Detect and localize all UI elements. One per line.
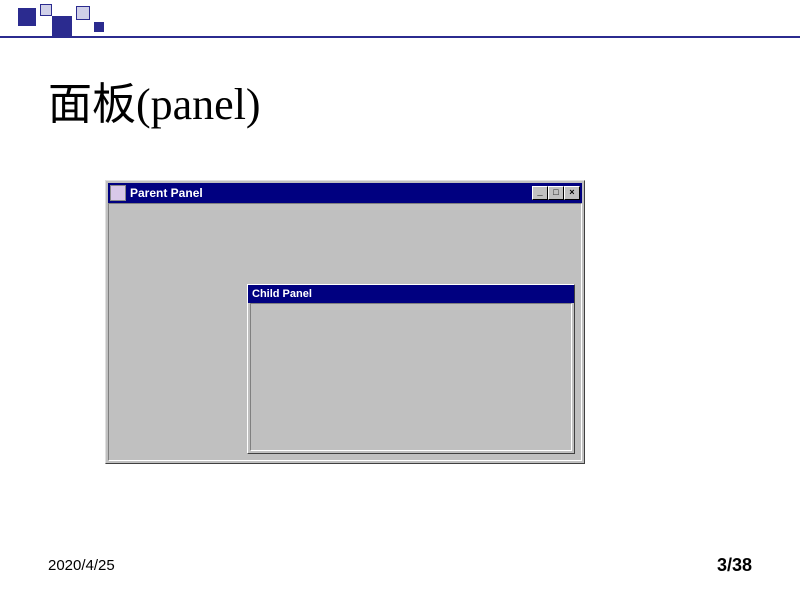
minimize-button[interactable]: _: [532, 186, 548, 200]
parent-titlebar: Parent Panel _ □ ×: [108, 183, 582, 203]
decoration-square: [94, 22, 104, 32]
slide-decoration: [0, 0, 800, 40]
decoration-square: [52, 16, 72, 36]
example-screenshot: Parent Panel _ □ × Child Panel: [105, 180, 585, 464]
slide-divider: [0, 36, 800, 38]
slide-title: 面板(panel): [48, 68, 261, 132]
child-titlebar: Child Panel: [248, 285, 574, 303]
window-controls: _ □ ×: [532, 186, 580, 200]
window-icon: [110, 185, 126, 201]
decoration-square: [76, 6, 90, 20]
parent-window: Parent Panel _ □ × Child Panel: [108, 183, 582, 461]
child-panel: Child Panel: [247, 284, 575, 454]
decoration-square: [40, 4, 52, 16]
close-button[interactable]: ×: [564, 186, 580, 200]
footer-date: 2020/4/25: [48, 557, 115, 574]
maximize-button[interactable]: □: [548, 186, 564, 200]
parent-window-title: Parent Panel: [130, 186, 532, 200]
child-client-area: [250, 303, 572, 451]
footer-page-number: 3/38: [717, 555, 752, 576]
child-panel-title: Child Panel: [252, 288, 312, 300]
parent-client-area: Child Panel: [108, 203, 582, 461]
decoration-square: [18, 8, 36, 26]
